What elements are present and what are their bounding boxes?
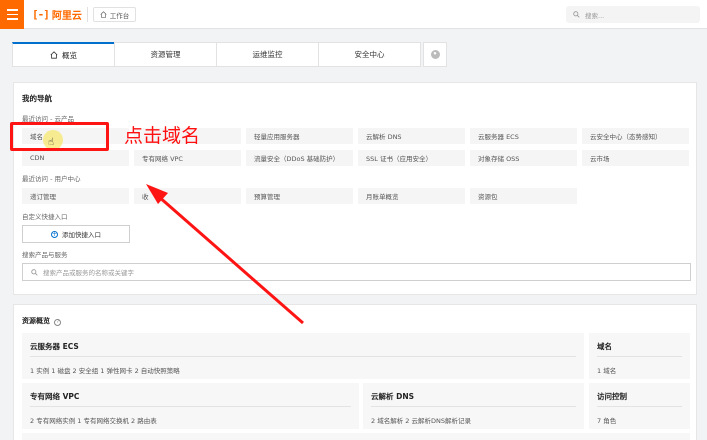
my-navigation-panel: 我的导航 最近访问 - 云产品 域名 轻量应用服务器 云解析 DNS 云服务器 …	[13, 82, 697, 295]
user-center-link[interactable]: 递订管理	[22, 188, 129, 204]
card-title: 访问控制	[597, 392, 627, 401]
product-link[interactable]: CDN	[22, 150, 129, 166]
resource-card-ram[interactable]: 访问控制 7 角色	[589, 383, 690, 429]
product-link[interactable]: 云安全中心（态势感知）	[582, 128, 689, 144]
tab-label: 安全中心	[354, 50, 385, 59]
resource-overview-title: 资源概览	[22, 317, 50, 325]
card-summary: 2 专有网络实例 1 专有网络交换机 2 路由表	[30, 417, 157, 425]
home-icon	[100, 11, 107, 18]
aliyun-logo[interactable]: [-] 阿里云	[32, 8, 82, 22]
workbench-label: 工作台	[109, 11, 130, 20]
resource-card-vpc[interactable]: 专有网络 VPC 2 专有网络实例 1 专有网络交换机 2 路由表	[22, 383, 359, 429]
divider	[30, 406, 351, 407]
gear-icon: •	[430, 50, 440, 59]
resource-card-domain[interactable]: 域名 1 域名	[589, 333, 690, 379]
divider	[30, 356, 576, 357]
resource-card-ecs[interactable]: 云服务器 ECS 1 实例 1 磁盘 2 安全组 1 弹性网卡 2 自动快照策略	[22, 333, 584, 379]
tab-overview[interactable]: 概览	[12, 42, 115, 67]
logo-mark: [-]	[32, 8, 50, 21]
product-link[interactable]: 专有网络 VPC	[134, 150, 241, 166]
product-link[interactable]: 对象存储 OSS	[470, 150, 577, 166]
global-search-placeholder: 搜索...	[585, 11, 605, 20]
annotation-highlight-box	[10, 122, 109, 151]
card-title: 云解析 DNS	[371, 392, 415, 401]
search-icon	[31, 268, 38, 276]
panel-title: 我的导航	[22, 94, 52, 103]
tab-ops-monitoring[interactable]: 运维监控	[216, 42, 319, 67]
plus-icon: +	[51, 230, 58, 238]
menu-icon[interactable]	[0, 0, 24, 29]
resource-card-partial	[22, 433, 690, 440]
user-center-link[interactable]: 月账单概览	[358, 188, 465, 204]
product-link[interactable]: 云服务器 ECS	[470, 128, 577, 144]
divider	[87, 7, 88, 22]
tab-security-center[interactable]: 安全中心	[318, 42, 421, 67]
divider	[597, 406, 682, 407]
top-bar: [-] 阿里云 工作台 搜索...	[0, 0, 707, 29]
user-center-link[interactable]: 收	[134, 188, 241, 204]
card-summary: 7 角色	[597, 417, 617, 425]
product-link[interactable]: 流量安全（DDoS 基础防护）	[246, 150, 353, 166]
divider	[371, 406, 576, 407]
home-icon	[50, 51, 58, 59]
tab-label: 资源管理	[150, 50, 181, 59]
product-link[interactable]: 云市场	[582, 150, 689, 166]
add-shortcut-label: 添加快捷入口	[62, 231, 101, 239]
group-title: 搜索产品与服务	[22, 251, 68, 259]
tab-label: 运维监控	[252, 50, 283, 59]
card-title: 域名	[597, 342, 612, 351]
global-search-input[interactable]: 搜索...	[566, 6, 700, 23]
panel-title: 资源概览 ?	[22, 316, 62, 326]
product-link[interactable]: 轻量应用服务器	[246, 128, 353, 144]
workbench-button[interactable]: 工作台	[93, 7, 136, 22]
card-title: 专有网络 VPC	[30, 392, 80, 401]
user-center-link[interactable]: 预算管理	[246, 188, 353, 204]
resource-card-dns[interactable]: 云解析 DNS 2 域名解析 2 云解析DNS解析记录	[363, 383, 584, 429]
help-icon[interactable]: ?	[54, 319, 62, 326]
product-link[interactable]: 云解析 DNS	[358, 128, 465, 144]
annotation-text: 点击域名	[124, 125, 201, 147]
tab-settings-button[interactable]: •	[423, 42, 447, 67]
product-search-input[interactable]: 搜索产品或服务的名称或关键字	[22, 263, 691, 281]
main-tabs: 概览 资源管理 运维监控 安全中心 •	[12, 42, 447, 67]
product-link[interactable]: SSL 证书（应用安全）	[358, 150, 465, 166]
resource-overview-panel: 资源概览 ? 云服务器 ECS 1 实例 1 磁盘 2 安全组 1 弹性网卡 2…	[13, 304, 697, 440]
card-title: 云服务器 ECS	[30, 342, 79, 351]
user-center-link[interactable]: 资源包	[470, 188, 577, 204]
group-title: 自定义快捷入口	[22, 213, 68, 221]
logo-text: 阿里云	[51, 11, 82, 22]
card-summary: 1 实例 1 磁盘 2 安全组 1 弹性网卡 2 自动快照策略	[30, 367, 180, 375]
tab-resource-management[interactable]: 资源管理	[114, 42, 217, 67]
card-summary: 1 域名	[597, 367, 617, 375]
divider	[597, 356, 682, 357]
group-title: 最近访问 - 用户中心	[22, 175, 81, 183]
card-summary: 2 域名解析 2 云解析DNS解析记录	[371, 417, 471, 425]
search-icon	[573, 11, 580, 18]
add-shortcut-button[interactable]: + 添加快捷入口	[22, 225, 130, 243]
product-search-placeholder: 搜索产品或服务的名称或关键字	[43, 269, 134, 277]
tab-label: 概览	[62, 50, 77, 60]
